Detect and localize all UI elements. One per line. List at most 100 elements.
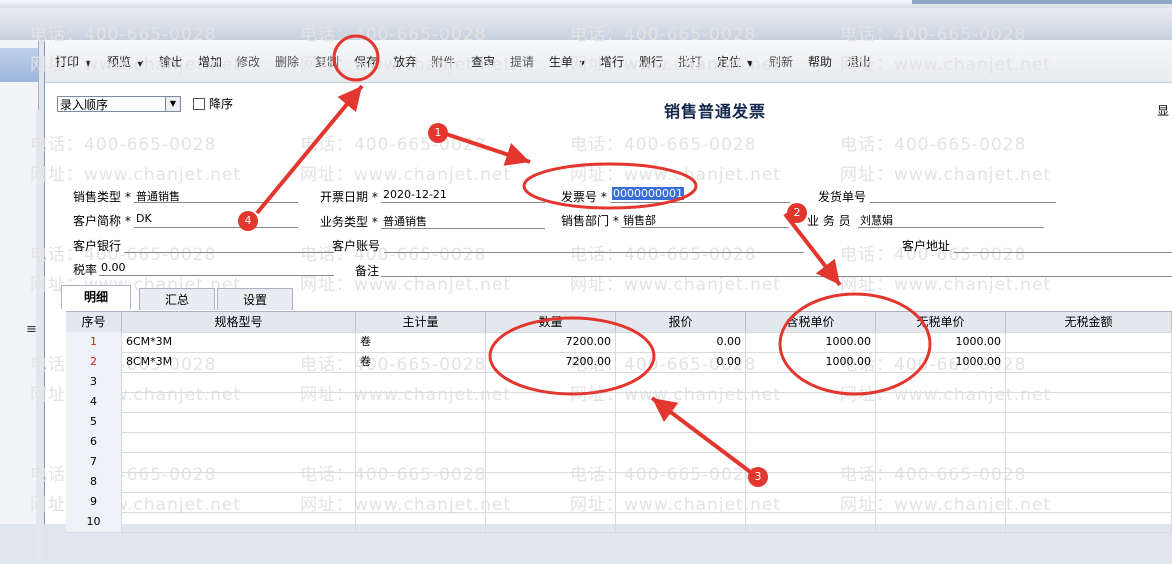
cell-spec[interactable]: 8CM*3M (122, 352, 356, 372)
export-button[interactable]: 输出 (159, 53, 183, 71)
add-row-button[interactable]: 增行 (600, 53, 624, 71)
address-underline[interactable] (954, 251, 1172, 253)
cell-spec[interactable] (122, 492, 356, 512)
cell-taxed-price[interactable] (746, 452, 876, 472)
attachment-button[interactable]: 附件 (431, 53, 455, 71)
cell-untaxed-price[interactable]: 1000.00 (876, 352, 1006, 372)
col-header-unit[interactable]: 主计量 (356, 312, 486, 332)
chevron-down-icon[interactable]: ▼ (165, 97, 180, 111)
cell-quote[interactable] (616, 372, 746, 392)
refresh-button[interactable]: 刷新 (769, 53, 793, 71)
col-header-qty[interactable]: 数量 (486, 312, 616, 332)
discard-button[interactable]: 放弃 (393, 53, 417, 71)
cell-untaxed-amount[interactable] (1006, 492, 1172, 512)
cell-spec[interactable] (122, 452, 356, 472)
save-button[interactable]: 保存 (354, 53, 378, 71)
col-header-seq[interactable]: 序号 (66, 312, 122, 332)
cell-untaxed-price[interactable] (876, 432, 1006, 452)
ship-no-underline[interactable] (870, 201, 1056, 203)
cell-untaxed-amount[interactable] (1006, 432, 1172, 452)
exit-button[interactable]: 退出 (847, 53, 871, 71)
edit-button[interactable]: 修改 (236, 53, 260, 71)
invoice-no-field[interactable]: 0000000001 (612, 187, 684, 200)
cell-qty[interactable] (486, 432, 616, 452)
left-scrollbar[interactable] (36, 110, 42, 564)
cell-taxed-price[interactable] (746, 412, 876, 432)
table-row[interactable]: 3 (66, 372, 1172, 393)
cell-unit[interactable] (356, 432, 486, 452)
cell-quote[interactable] (616, 412, 746, 432)
cell-untaxed-amount[interactable] (1006, 332, 1172, 352)
cell-spec[interactable] (122, 412, 356, 432)
generate-button[interactable]: 生单 ▼ (549, 53, 585, 71)
cell-untaxed-amount[interactable] (1006, 512, 1172, 532)
cell-qty[interactable]: 7200.00 (486, 352, 616, 372)
cell-untaxed-amount[interactable] (1006, 452, 1172, 472)
batch-print-button[interactable]: 批打 (678, 53, 702, 71)
chevron-down-icon[interactable]: ▼ (579, 59, 585, 68)
cell-untaxed-price[interactable] (876, 512, 1006, 532)
cell-quote[interactable] (616, 512, 746, 532)
table-row[interactable]: 1 6CM*3M 卷 7200.00 0.00 1000.00 1000.00 (66, 332, 1172, 353)
cell-qty[interactable] (486, 392, 616, 412)
copy-button[interactable]: 复制 (315, 53, 339, 71)
cell-unit[interactable] (356, 472, 486, 492)
cell-untaxed-price[interactable]: 1000.00 (876, 332, 1006, 352)
table-row[interactable]: 10 (66, 512, 1172, 533)
preview-button[interactable]: 预览 ▼ (107, 53, 143, 71)
print-button[interactable]: 打印 ▼ (55, 53, 91, 71)
table-row[interactable]: 7 (66, 452, 1172, 473)
cell-qty[interactable] (486, 372, 616, 392)
cell-quote[interactable] (616, 432, 746, 452)
cell-untaxed-amount[interactable] (1006, 372, 1172, 392)
cell-quote[interactable] (616, 452, 746, 472)
cell-quote[interactable] (616, 492, 746, 512)
cell-qty[interactable] (486, 492, 616, 512)
invoice-date-field[interactable]: 2020-12-21 (383, 188, 447, 201)
account-underline[interactable] (384, 251, 804, 253)
cell-spec[interactable] (122, 472, 356, 492)
cell-taxed-price[interactable] (746, 492, 876, 512)
cell-spec[interactable] (122, 512, 356, 532)
cell-taxed-price[interactable]: 1000.00 (746, 332, 876, 352)
col-header-taxed-price[interactable]: 含税单价 (746, 312, 876, 332)
col-header-untaxed-price[interactable]: 无税单价 (876, 312, 1006, 332)
audit-button[interactable]: 查审 (471, 53, 495, 71)
cell-qty[interactable] (486, 412, 616, 432)
cell-quote[interactable] (616, 392, 746, 412)
cell-taxed-price[interactable] (746, 512, 876, 532)
cell-quote[interactable] (616, 472, 746, 492)
cell-untaxed-price[interactable] (876, 392, 1006, 412)
delete-button[interactable]: 删除 (275, 53, 299, 71)
cell-unit[interactable] (356, 412, 486, 432)
cell-quote[interactable]: 0.00 (616, 352, 746, 372)
cell-untaxed-price[interactable] (876, 452, 1006, 472)
chevron-down-icon[interactable]: ▼ (137, 59, 143, 68)
cell-untaxed-price[interactable] (876, 372, 1006, 392)
sort-order-select[interactable]: 录入顺序 ▼ (57, 96, 181, 112)
table-row[interactable]: 8 (66, 472, 1172, 493)
cell-taxed-price[interactable] (746, 392, 876, 412)
col-header-quote[interactable]: 报价 (616, 312, 746, 332)
cell-spec[interactable]: 6CM*3M (122, 332, 356, 352)
cell-qty[interactable]: 7200.00 (486, 332, 616, 352)
delete-row-button[interactable]: 删行 (639, 53, 663, 71)
cell-untaxed-price[interactable] (876, 412, 1006, 432)
cell-unit[interactable] (356, 392, 486, 412)
table-row[interactable]: 4 (66, 392, 1172, 413)
cell-untaxed-amount[interactable] (1006, 412, 1172, 432)
cell-unit[interactable] (356, 512, 486, 532)
cell-qty[interactable] (486, 472, 616, 492)
cell-spec[interactable] (122, 392, 356, 412)
cell-taxed-price[interactable] (746, 372, 876, 392)
col-header-spec[interactable]: 规格型号 (122, 312, 356, 332)
cell-unit[interactable]: 卷 (356, 332, 486, 352)
locate-button[interactable]: 定位 ▼ (717, 53, 753, 71)
cell-unit[interactable] (356, 372, 486, 392)
add-button[interactable]: 增加 (198, 53, 222, 71)
cell-unit[interactable]: 卷 (356, 352, 486, 372)
table-row[interactable]: 5 (66, 412, 1172, 433)
help-button[interactable]: 帮助 (808, 53, 832, 71)
tax-rate-field[interactable]: 0.00 (101, 261, 126, 274)
chevron-down-icon[interactable]: ▼ (747, 59, 753, 68)
